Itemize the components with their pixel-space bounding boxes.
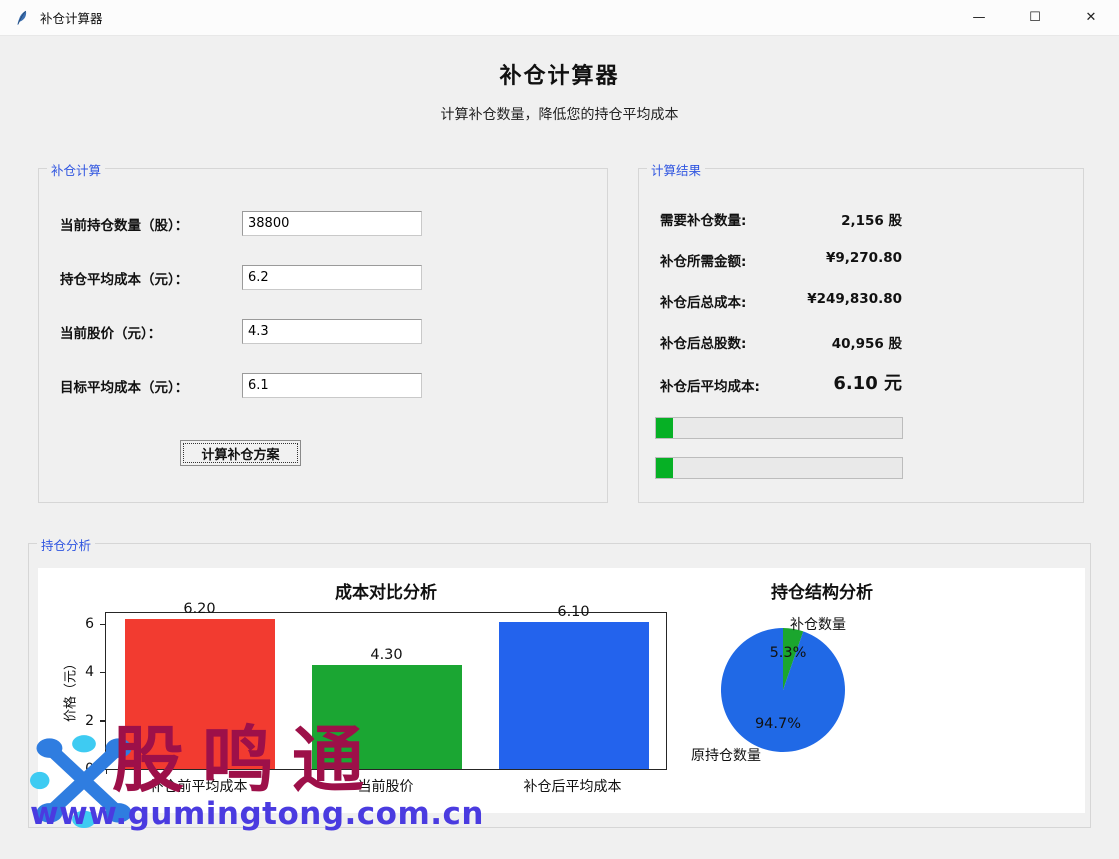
x-label-new-avg-cost: 补仓后平均成本: [479, 776, 666, 796]
y-tick-4: 4: [70, 664, 94, 680]
bar-value-current-price: 4.30: [370, 647, 402, 663]
calc-form-legend: 补仓计算: [47, 160, 105, 179]
current-price-input[interactable]: [242, 319, 422, 344]
result-value-new-avg-cost: 6.10 元: [640, 369, 902, 395]
y-tickmark: [100, 624, 106, 625]
pie-chart-title: 持仓结构分析: [722, 578, 922, 603]
progress-fill-1: [656, 418, 673, 438]
bar-chart-title: 成本对比分析: [236, 578, 536, 603]
results-legend: 计算结果: [647, 160, 705, 179]
result-value-total-shares: 40,956 股: [640, 332, 902, 352]
analysis-legend: 持仓分析: [37, 535, 95, 554]
maximize-button[interactable]: ☐: [1007, 0, 1063, 36]
y-tick-6: 6: [70, 616, 94, 632]
watermark-brand-text: 股鸣通: [112, 722, 382, 798]
calculate-button[interactable]: 计算补仓方案: [180, 440, 301, 466]
field-label-target-cost: 目标平均成本（元）：: [60, 376, 188, 396]
window-title: 补仓计算器: [40, 8, 103, 27]
result-value-total-cost: ¥249,830.80: [640, 291, 902, 307]
pie-percent-added-shares: 5.3%: [760, 645, 816, 661]
pie-label-original-shares: 原持仓数量: [683, 745, 761, 765]
y-tickmark: [100, 720, 106, 721]
pie-percent-original-shares: 94.7%: [743, 716, 813, 732]
field-label-current-price: 当前股价（元）：: [60, 322, 161, 342]
progress-fill-2: [656, 458, 673, 478]
tk-feather-icon: [14, 10, 30, 26]
progress-bar-1: [655, 417, 903, 439]
minimize-button[interactable]: —: [951, 0, 1007, 36]
target-cost-input[interactable]: [242, 373, 422, 398]
watermark-url-text: www.gumingtong.com.cn: [30, 796, 484, 832]
bar-slot-new-cost: 6.10: [480, 613, 667, 769]
avg-cost-input[interactable]: [242, 265, 422, 290]
pie-label-added-shares: 补仓数量: [790, 614, 846, 634]
field-label-current-shares: 当前持仓数量（股）：: [60, 214, 188, 234]
pie-chart: [713, 620, 853, 760]
current-shares-input[interactable]: [242, 211, 422, 236]
title-bar: 补仓计算器 — ☐ ✕: [0, 0, 1119, 36]
close-button[interactable]: ✕: [1063, 0, 1119, 36]
result-value-needed-shares: 2,156 股: [640, 209, 902, 229]
field-label-avg-cost: 持仓平均成本（元）：: [60, 268, 188, 288]
bar-value-new-avg-cost: 6.10: [557, 604, 589, 620]
progress-bar-2: [655, 457, 903, 479]
y-tickmark: [100, 672, 106, 673]
bar-value-pre-avg-cost: 6.20: [183, 601, 215, 617]
page-title: 补仓计算器: [0, 58, 1119, 90]
result-value-needed-amount: ¥9,270.80: [640, 250, 902, 266]
bar-new-avg-cost: [499, 622, 649, 769]
page-subtitle: 计算补仓数量，降低您的持仓平均成本: [0, 104, 1119, 124]
y-tick-2: 2: [70, 713, 94, 729]
